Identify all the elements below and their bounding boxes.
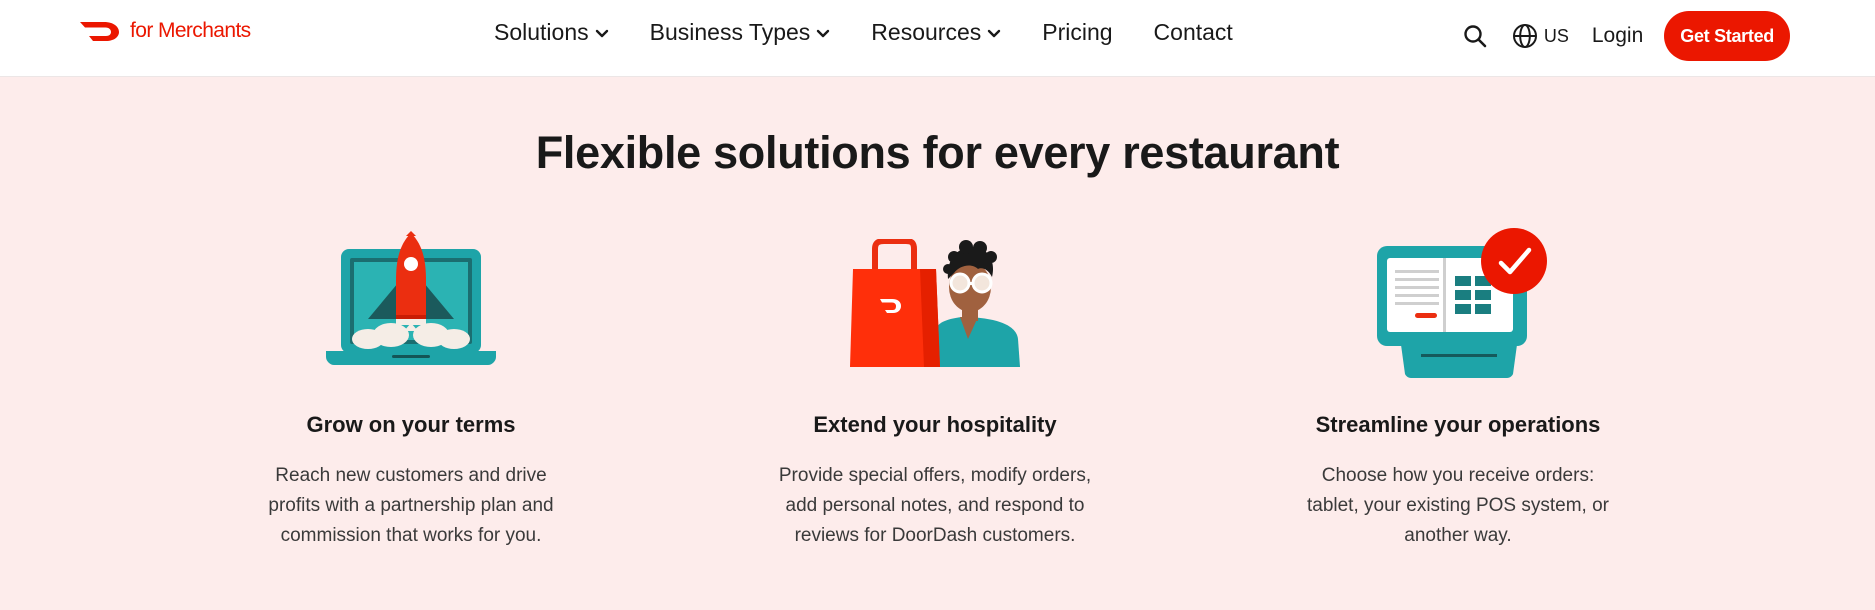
- globe-icon: [1512, 24, 1537, 48]
- tablet-checkmark-illustration: [1377, 228, 1547, 378]
- nav-business-types[interactable]: Business Types: [650, 19, 831, 46]
- search-button[interactable]: [1463, 24, 1487, 48]
- header-tools: US Login Get Started: [1463, 11, 1790, 61]
- nav-label: Resources: [871, 18, 982, 45]
- nav-label: Pricing: [1042, 18, 1113, 45]
- feature-title: Grow on your terms: [306, 412, 516, 437]
- main-nav: Solutions Business Types Resources Prici…: [494, 17, 1274, 47]
- delivery-bag-person-illustration: [850, 239, 1020, 367]
- nav-contact[interactable]: Contact: [1154, 19, 1233, 46]
- nav-label: Contact: [1153, 18, 1233, 45]
- nav-label: Solutions: [494, 18, 589, 45]
- nav-label: Business Types: [649, 18, 811, 45]
- get-started-button[interactable]: Get Started: [1664, 11, 1790, 61]
- top-navigation-bar: for Merchants Solutions Business Types R…: [0, 0, 1875, 77]
- feature-title: Extend your hospitality: [813, 412, 1057, 437]
- nav-resources[interactable]: Resources: [871, 19, 1001, 46]
- feature-description: Reach new customers and drive profits wi…: [268, 465, 554, 546]
- chevron-down-icon: [817, 29, 830, 38]
- search-icon: [1464, 25, 1487, 48]
- solutions-section: Flexible solutions for every restaurant …: [0, 77, 1875, 610]
- feature-description: Choose how you receive orders: tablet, y…: [1306, 465, 1609, 546]
- feature-title: Streamline your operations: [1315, 412, 1601, 437]
- locale-selector[interactable]: US: [1512, 23, 1569, 49]
- chevron-down-icon: [595, 29, 608, 38]
- rocket-laptop-illustration: [326, 231, 496, 365]
- section-title: Flexible solutions for every restaurant: [535, 127, 1340, 178]
- chevron-down-icon: [988, 29, 1001, 38]
- doordash-logo-icon: [80, 22, 119, 41]
- logo-text: for Merchants: [130, 19, 251, 42]
- nav-solutions[interactable]: Solutions: [494, 19, 609, 46]
- login-link[interactable]: Login: [1592, 24, 1643, 48]
- locale-label: US: [1543, 25, 1569, 46]
- nav-pricing[interactable]: Pricing: [1042, 19, 1112, 46]
- feature-description: Provide special offers, modify orders, a…: [778, 465, 1092, 546]
- doordash-merchants-logo[interactable]: for Merchants: [78, 16, 251, 46]
